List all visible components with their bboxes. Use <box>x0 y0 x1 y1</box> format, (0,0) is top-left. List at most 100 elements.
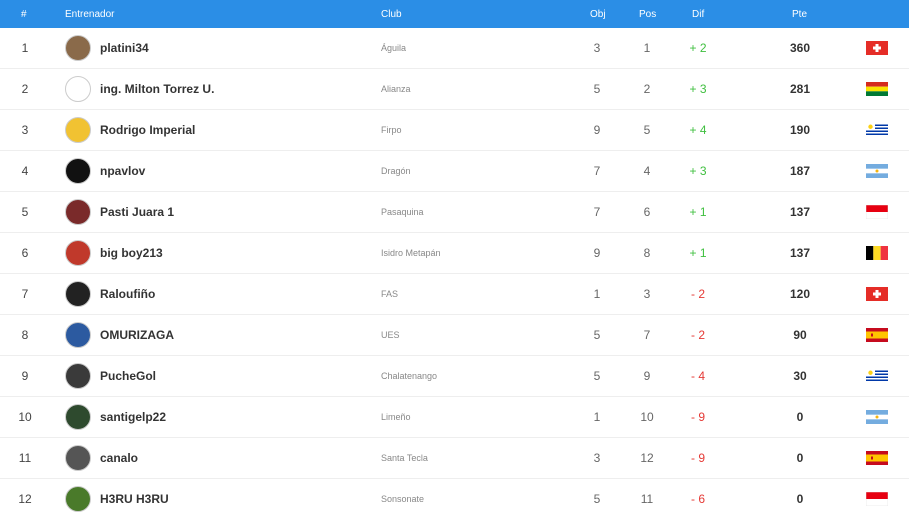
avatar[interactable] <box>65 110 92 150</box>
bolivia-flag-icon <box>866 69 888 109</box>
uruguay-flag-icon <box>866 356 888 396</box>
dif-cell: - 9 <box>690 451 705 465</box>
pos-cell: 5 <box>643 123 651 137</box>
avatar[interactable] <box>65 233 92 273</box>
table-row[interactable]: 9 PucheGol Chalatenango 5 9 - 4 30 <box>0 356 909 397</box>
indonesia-flag-icon <box>866 192 888 232</box>
coach-name[interactable]: npavlov <box>100 151 145 191</box>
coach-name[interactable]: Raloufiño <box>100 274 155 314</box>
dif-cell: + 3 <box>689 82 707 96</box>
table-row[interactable]: 8 OMURIZAGA UES 5 7 - 2 90 <box>0 315 909 356</box>
obj-cell: 3 <box>593 41 601 55</box>
header-club[interactable]: Club <box>381 9 402 20</box>
club-name: UES <box>381 330 400 340</box>
points-cell: 281 <box>789 82 811 96</box>
dif-cell: + 3 <box>689 164 707 178</box>
coach-name[interactable]: canalo <box>100 438 138 478</box>
avatar[interactable] <box>65 438 92 478</box>
points-cell: 0 <box>796 492 804 506</box>
coach-name[interactable]: Rodrigo Imperial <box>100 110 195 150</box>
avatar-icon <box>65 158 91 184</box>
obj-cell: 3 <box>593 451 601 465</box>
coach-name[interactable]: big boy213 <box>100 233 163 273</box>
points-cell: 90 <box>793 328 807 342</box>
header-pos[interactable]: Pos <box>639 9 656 20</box>
pos-cell: 4 <box>643 164 651 178</box>
club-name: Pasaquina <box>381 207 424 217</box>
avatar[interactable] <box>65 151 92 191</box>
table-row[interactable]: 10 santigelp22 Limeño 1 10 - 9 0 <box>0 397 909 438</box>
rank-cell: 5 <box>21 205 29 219</box>
coach-name[interactable]: platini34 <box>100 28 149 68</box>
table-header: # Entrenador Club Obj Pos Dif Pte <box>0 0 909 28</box>
avatar[interactable] <box>65 397 92 437</box>
coach-name[interactable]: PucheGol <box>100 356 156 396</box>
rank-cell: 12 <box>18 492 32 506</box>
pos-cell: 6 <box>643 205 651 219</box>
indonesia-flag-icon <box>866 479 888 519</box>
coach-name[interactable]: Pasti Juara 1 <box>100 192 174 232</box>
rank-cell: 1 <box>21 41 29 55</box>
avatar-icon <box>65 199 91 225</box>
coach-name[interactable]: ing. Milton Torrez U. <box>100 69 214 109</box>
pos-cell: 3 <box>643 287 651 301</box>
table-row[interactable]: 11 canalo Santa Tecla 3 12 - 9 0 <box>0 438 909 479</box>
table-row[interactable]: 1 platini34 Águila 3 1 + 2 360 <box>0 28 909 69</box>
obj-cell: 9 <box>593 123 601 137</box>
avatar-icon <box>65 35 91 61</box>
avatar[interactable] <box>65 479 92 519</box>
pos-cell: 7 <box>643 328 651 342</box>
table-row[interactable]: 7 Raloufiño FAS 1 3 - 2 120 <box>0 274 909 315</box>
coach-name[interactable]: OMURIZAGA <box>100 315 174 355</box>
header-dif[interactable]: Dif <box>692 9 704 20</box>
dif-cell: + 1 <box>689 246 707 260</box>
club-name: Águila <box>381 43 407 53</box>
dif-cell: - 6 <box>690 492 705 506</box>
obj-cell: 1 <box>593 287 601 301</box>
coach-name[interactable]: santigelp22 <box>100 397 166 437</box>
dif-cell: - 4 <box>690 369 705 383</box>
points-cell: 137 <box>789 205 811 219</box>
avatar-icon <box>65 404 91 430</box>
club-name: Isidro Metapán <box>381 248 441 258</box>
table-row[interactable]: 5 Pasti Juara 1 Pasaquina 7 6 + 1 137 <box>0 192 909 233</box>
avatar-icon <box>65 117 91 143</box>
pos-cell: 1 <box>643 41 651 55</box>
standings-table: # Entrenador Club Obj Pos Dif Pte 1 plati… <box>0 0 909 519</box>
avatar[interactable] <box>65 356 92 396</box>
pos-cell: 9 <box>643 369 651 383</box>
club-name: Chalatenango <box>381 371 438 381</box>
header-pts[interactable]: Pte <box>792 9 807 20</box>
club-name: Firpo <box>381 125 402 135</box>
rank-cell: 2 <box>21 82 29 96</box>
coach-name[interactable]: H3RU H3RU <box>100 479 169 519</box>
header-coach[interactable]: Entrenador <box>65 9 114 20</box>
avatar[interactable] <box>65 28 92 68</box>
table-row[interactable]: 3 Rodrigo Imperial Firpo 9 5 + 4 190 <box>0 110 909 151</box>
rank-cell: 7 <box>21 287 29 301</box>
avatar[interactable] <box>65 315 92 355</box>
pos-cell: 11 <box>640 492 654 506</box>
avatar[interactable] <box>65 192 92 232</box>
obj-cell: 5 <box>593 369 601 383</box>
table-body: 1 platini34 Águila 3 1 + 2 360 2 ing. Milton Tor… <box>0 28 909 519</box>
rank-cell: 4 <box>21 164 29 178</box>
points-cell: 0 <box>796 451 804 465</box>
points-cell: 187 <box>789 164 811 178</box>
table-row[interactable]: 2 ing. Milton Torrez U. Alianza 5 2 + 3 281 <box>0 69 909 110</box>
dif-cell: - 2 <box>690 287 705 301</box>
club-name: Dragón <box>381 166 411 176</box>
spain-flag-icon <box>866 315 888 355</box>
header-rank: # <box>21 9 27 20</box>
avatar[interactable] <box>65 69 92 109</box>
obj-cell: 5 <box>593 328 601 342</box>
points-cell: 30 <box>793 369 807 383</box>
belgium-flag-icon <box>866 233 888 273</box>
table-row[interactable]: 6 big boy213 Isidro Metapán 9 8 + 1 137 <box>0 233 909 274</box>
avatar[interactable] <box>65 274 92 314</box>
table-row[interactable]: 4 npavlov Dragón 7 4 + 3 187 <box>0 151 909 192</box>
table-row[interactable]: 12 H3RU H3RU Sonsonate 5 11 - 6 0 <box>0 479 909 519</box>
avatar-icon <box>65 240 91 266</box>
header-obj[interactable]: Obj <box>590 9 606 20</box>
obj-cell: 9 <box>593 246 601 260</box>
